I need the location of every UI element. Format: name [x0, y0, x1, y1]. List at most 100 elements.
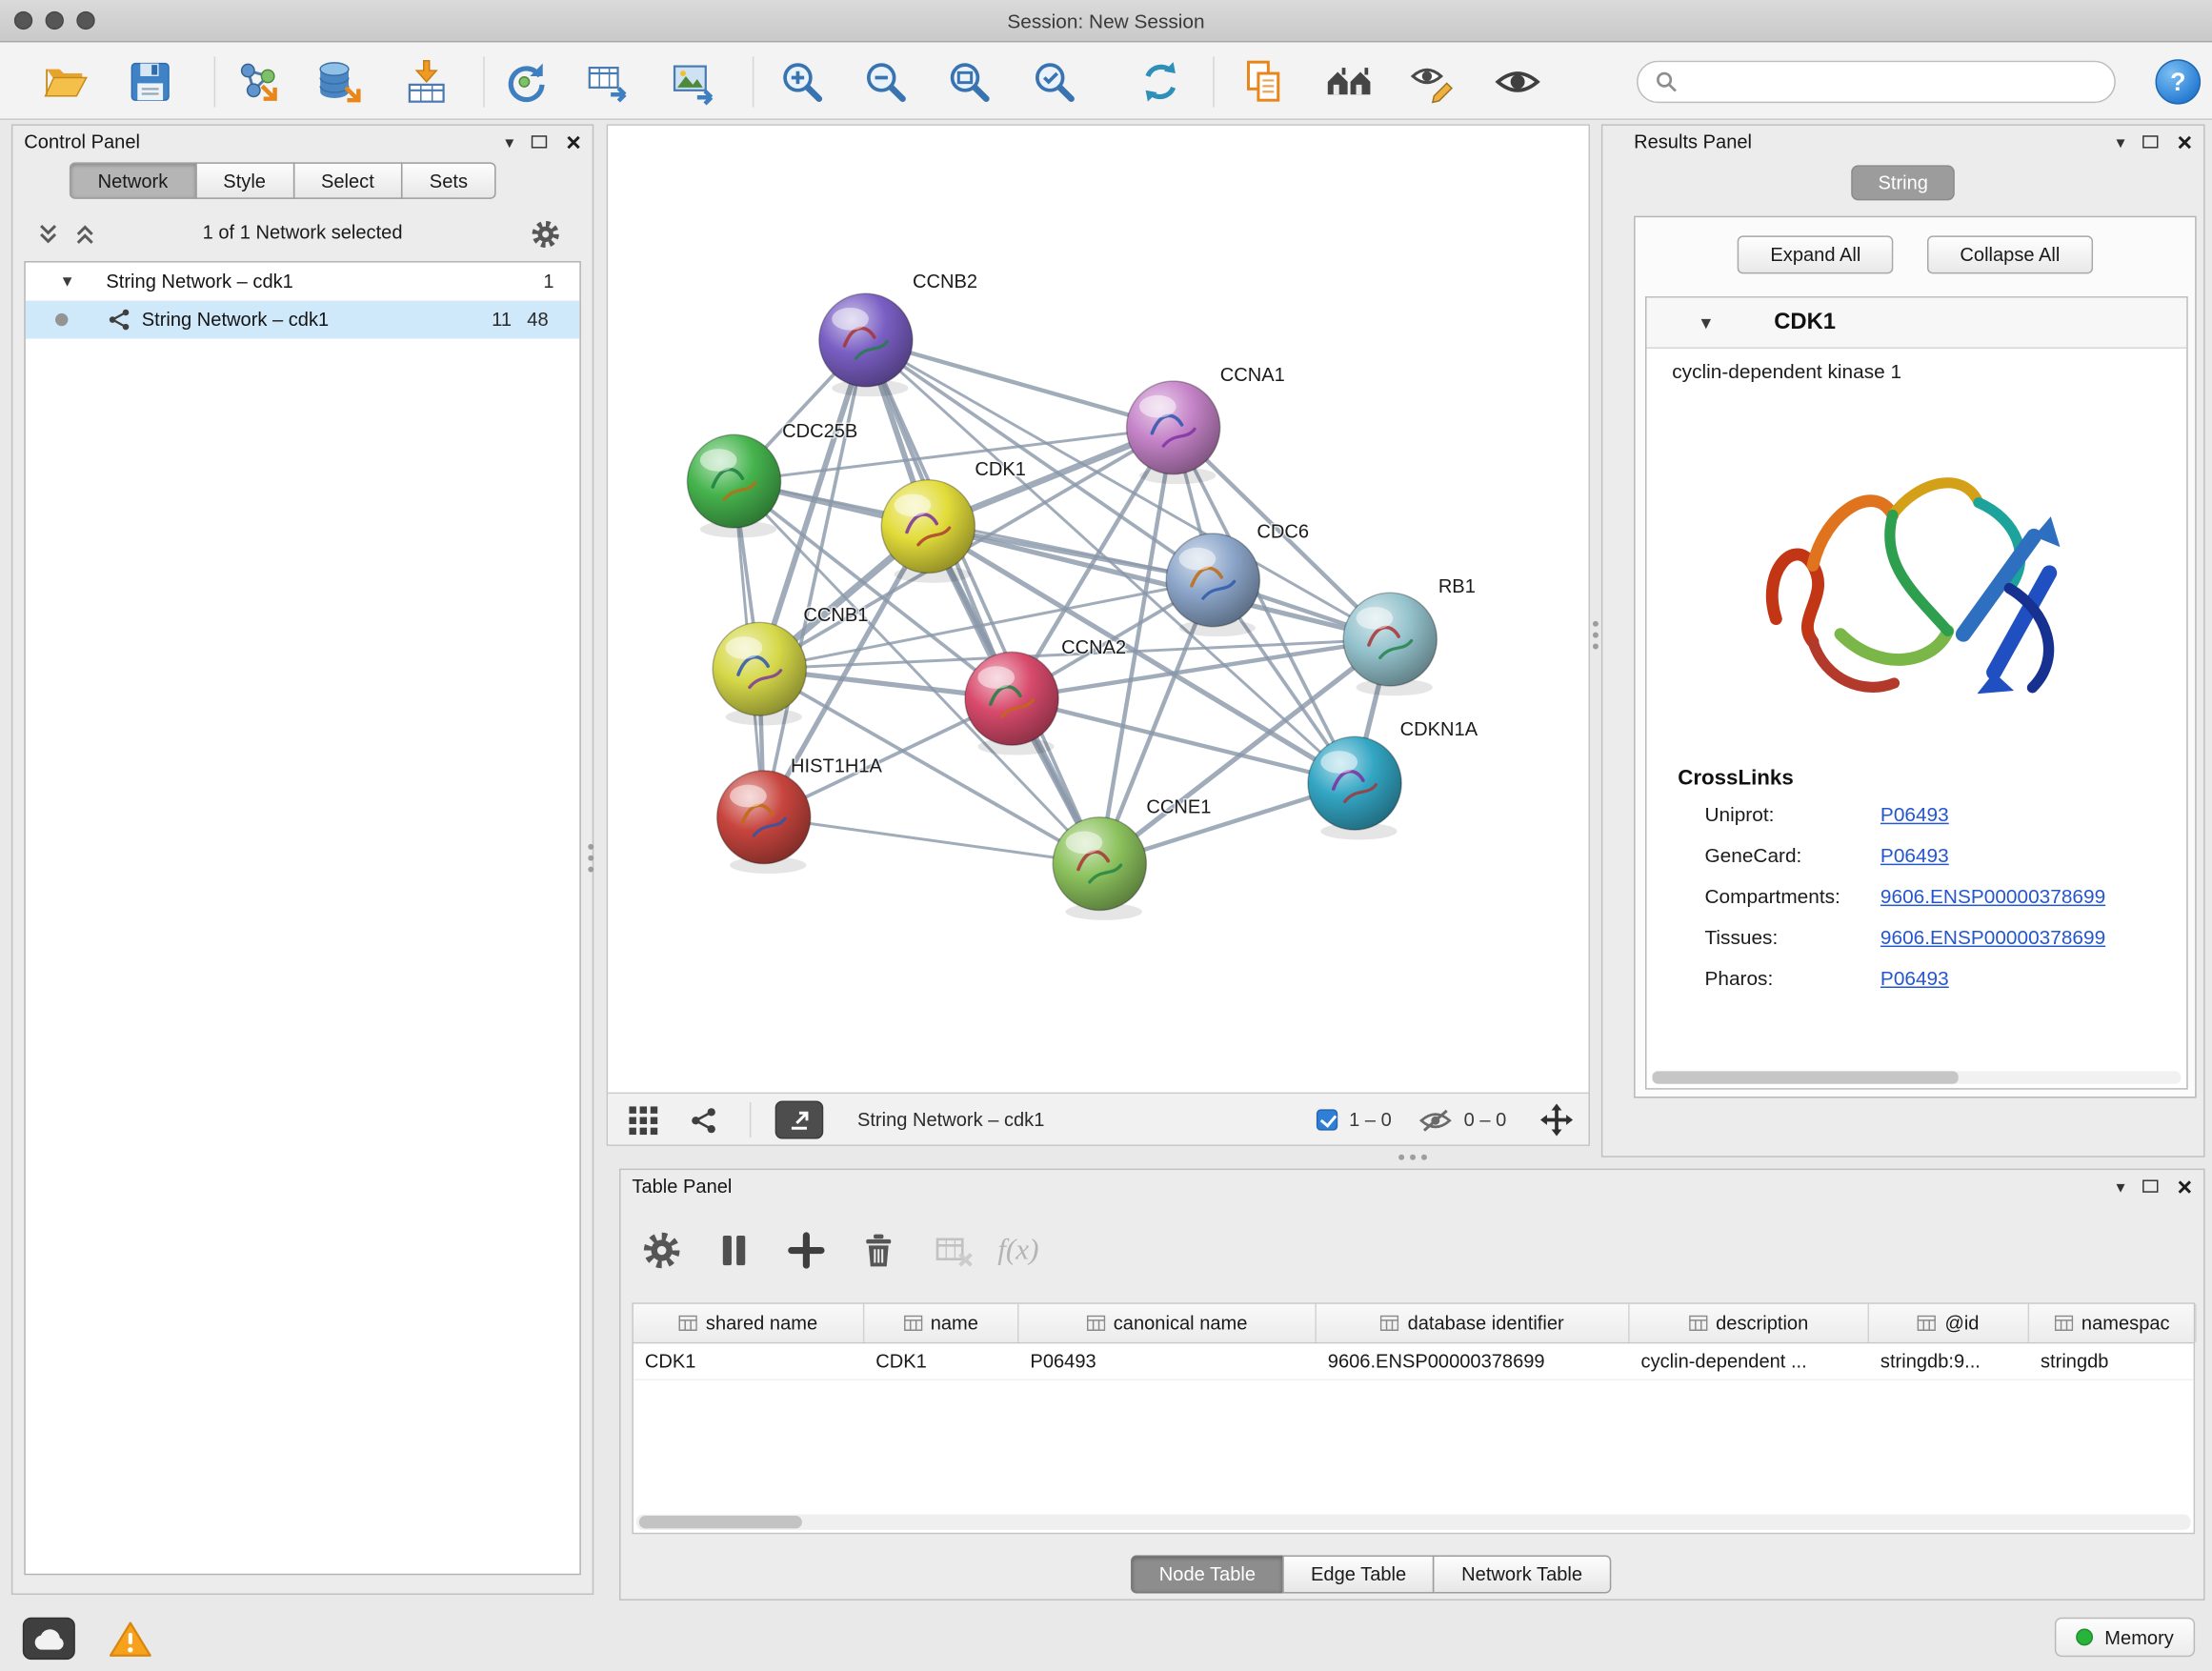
zoom-out-button[interactable] [855, 50, 916, 112]
column-header-namespac[interactable]: namespac [2029, 1304, 2197, 1342]
import-table-from-file-button[interactable] [395, 50, 457, 112]
open-session-button[interactable] [34, 50, 96, 112]
show-columns-button[interactable] [712, 1228, 757, 1273]
toggle-annotations-button[interactable] [1401, 50, 1463, 112]
search-input[interactable] [1689, 70, 2097, 93]
float-panel-icon[interactable] [2143, 135, 2159, 148]
tab-network[interactable]: Network [70, 162, 196, 199]
crosslink-link[interactable]: P06493 [1880, 802, 1949, 825]
cloud-status-button[interactable] [23, 1618, 75, 1660]
grid-mode-button[interactable] [628, 1094, 659, 1146]
pan-mode-button[interactable] [1538, 1094, 1574, 1146]
import-network-from-database-button[interactable] [308, 50, 370, 112]
toggle-graphics-details-button[interactable] [1486, 50, 1548, 112]
network-edge[interactable] [764, 817, 1100, 864]
network-collection-row[interactable]: ▼ String Network – cdk1 1 [26, 263, 580, 301]
scrollbar-thumb[interactable] [1652, 1071, 1959, 1083]
birdseye-view-button[interactable] [1317, 50, 1379, 112]
import-network-from-file-button[interactable] [226, 50, 288, 112]
table-cell[interactable]: CDK1 [864, 1343, 1018, 1379]
collapse-all-button[interactable]: Collapse All [1927, 235, 2092, 273]
column-header-id[interactable]: @id [1869, 1304, 2029, 1342]
table-row[interactable]: CDK1CDK1P064939606.ENSP00000378699cyclin… [633, 1343, 2194, 1380]
warnings-button[interactable] [108, 1618, 153, 1660]
panel-menu-icon[interactable]: ▾ [2117, 133, 2125, 151]
zoom-fit-button[interactable] [938, 50, 1000, 112]
zoom-in-button[interactable] [771, 50, 833, 112]
crosslink-link[interactable]: P06493 [1880, 843, 1949, 866]
table-cell[interactable]: P06493 [1019, 1343, 1317, 1379]
column-header-canonical-name[interactable]: canonical name [1019, 1304, 1317, 1342]
network-node-cdc6[interactable]: CDC6 [1166, 521, 1309, 636]
table-horizontal-scrollbar[interactable] [636, 1515, 2191, 1530]
table-cell[interactable]: 9606.ENSP00000378699 [1317, 1343, 1630, 1379]
panel-menu-icon[interactable]: ▾ [505, 133, 513, 151]
save-session-button[interactable] [119, 50, 181, 112]
network-node-rb1[interactable]: RB1 [1343, 576, 1476, 695]
control-panel-title: Control Panel [24, 131, 140, 152]
tab-sets[interactable]: Sets [401, 162, 496, 199]
network-edge[interactable] [866, 340, 1099, 864]
crosslink-link[interactable]: 9606.ENSP00000378699 [1880, 925, 2105, 948]
network-canvas[interactable]: CCNB2CCNA1CDC25BCDK1CDC6RB1CCNB1CCNA2CDK… [608, 126, 1588, 1093]
right-splitter-handle[interactable] [1593, 621, 1599, 627]
delete-column-button[interactable] [855, 1228, 901, 1273]
table-cell[interactable]: stringdb [2029, 1343, 2197, 1379]
export-image-button[interactable] [662, 50, 724, 112]
network-node-ccna1[interactable]: CCNA1 [1127, 365, 1285, 484]
zoom-selected-button[interactable] [1023, 50, 1085, 112]
collapse-collection-icon[interactable]: ▼ [59, 273, 74, 291]
tab-select[interactable]: Select [292, 162, 402, 199]
collapse-gene-icon[interactable]: ▼ [1698, 312, 1715, 332]
network-options-gear-icon[interactable] [530, 219, 561, 251]
close-panel-icon[interactable]: × [566, 130, 581, 155]
column-header-shared-name[interactable]: shared name [633, 1304, 864, 1342]
add-column-button[interactable] [784, 1228, 830, 1273]
close-panel-icon[interactable]: × [2178, 130, 2193, 155]
network-edge[interactable] [764, 340, 866, 817]
horizontal-splitter-handle[interactable] [1398, 1155, 1404, 1160]
column-header-database-identifier[interactable]: database identifier [1317, 1304, 1630, 1342]
table-options-button[interactable] [639, 1228, 685, 1273]
table-cell[interactable]: CDK1 [633, 1343, 864, 1379]
results-horizontal-scrollbar[interactable] [1652, 1071, 2181, 1083]
crosslink-link[interactable]: 9606.ENSP00000378699 [1880, 884, 2105, 907]
help-button[interactable]: ? [2156, 59, 2202, 104]
gene-section-header[interactable]: ▼ CDK1 [1646, 298, 2186, 349]
table-cell[interactable]: cyclin-dependent ... [1630, 1343, 1869, 1379]
crosslinks-heading: CrossLinks [1678, 766, 2186, 790]
network-edge[interactable] [866, 340, 1174, 428]
float-panel-icon[interactable] [2143, 1179, 2159, 1192]
edge-table-tab[interactable]: Edge Table [1282, 1556, 1435, 1594]
network-node-hist1h1a[interactable]: HIST1H1A [717, 755, 883, 874]
float-panel-icon[interactable] [533, 135, 548, 148]
network-overview-button[interactable] [690, 1094, 718, 1146]
network-node-ccnb2[interactable]: CCNB2 [819, 272, 977, 396]
left-splitter-handle[interactable] [588, 844, 593, 850]
selected-checkbox[interactable] [1317, 1109, 1337, 1130]
network-row-selected[interactable]: String Network – cdk1 11 48 [26, 301, 580, 339]
open-documents-button[interactable] [1233, 50, 1295, 112]
detach-view-button[interactable] [775, 1101, 824, 1139]
column-header-name[interactable]: name [864, 1304, 1018, 1342]
network-node-cdkn1a[interactable]: CDKN1A [1308, 719, 1478, 840]
column-header-description[interactable]: description [1630, 1304, 1869, 1342]
expand-all-button[interactable]: Expand All [1738, 235, 1893, 273]
delete-table-button-disabled[interactable] [931, 1228, 976, 1273]
network-table-tab[interactable]: Network Table [1433, 1556, 1610, 1594]
memory-button[interactable]: Memory [2055, 1618, 2195, 1657]
tab-string[interactable]: String [1851, 165, 1955, 200]
tab-style[interactable]: Style [195, 162, 294, 199]
panel-menu-icon[interactable]: ▾ [2117, 1178, 2125, 1195]
node-table-tab[interactable]: Node Table [1131, 1556, 1284, 1594]
scrollbar-thumb[interactable] [639, 1516, 802, 1528]
export-table-button[interactable] [576, 50, 638, 112]
crosslink-link[interactable]: P06493 [1880, 966, 1949, 989]
new-network-button[interactable] [494, 50, 556, 112]
function-builder-button[interactable]: f(x) [997, 1232, 1038, 1267]
table-cell[interactable]: stringdb:9... [1869, 1343, 2029, 1379]
close-panel-icon[interactable]: × [2178, 1174, 2193, 1199]
network-node-cdk1[interactable]: CDK1 [881, 459, 1026, 583]
apply-preferred-layout-button[interactable] [1130, 50, 1192, 112]
search-box[interactable] [1637, 61, 2116, 103]
